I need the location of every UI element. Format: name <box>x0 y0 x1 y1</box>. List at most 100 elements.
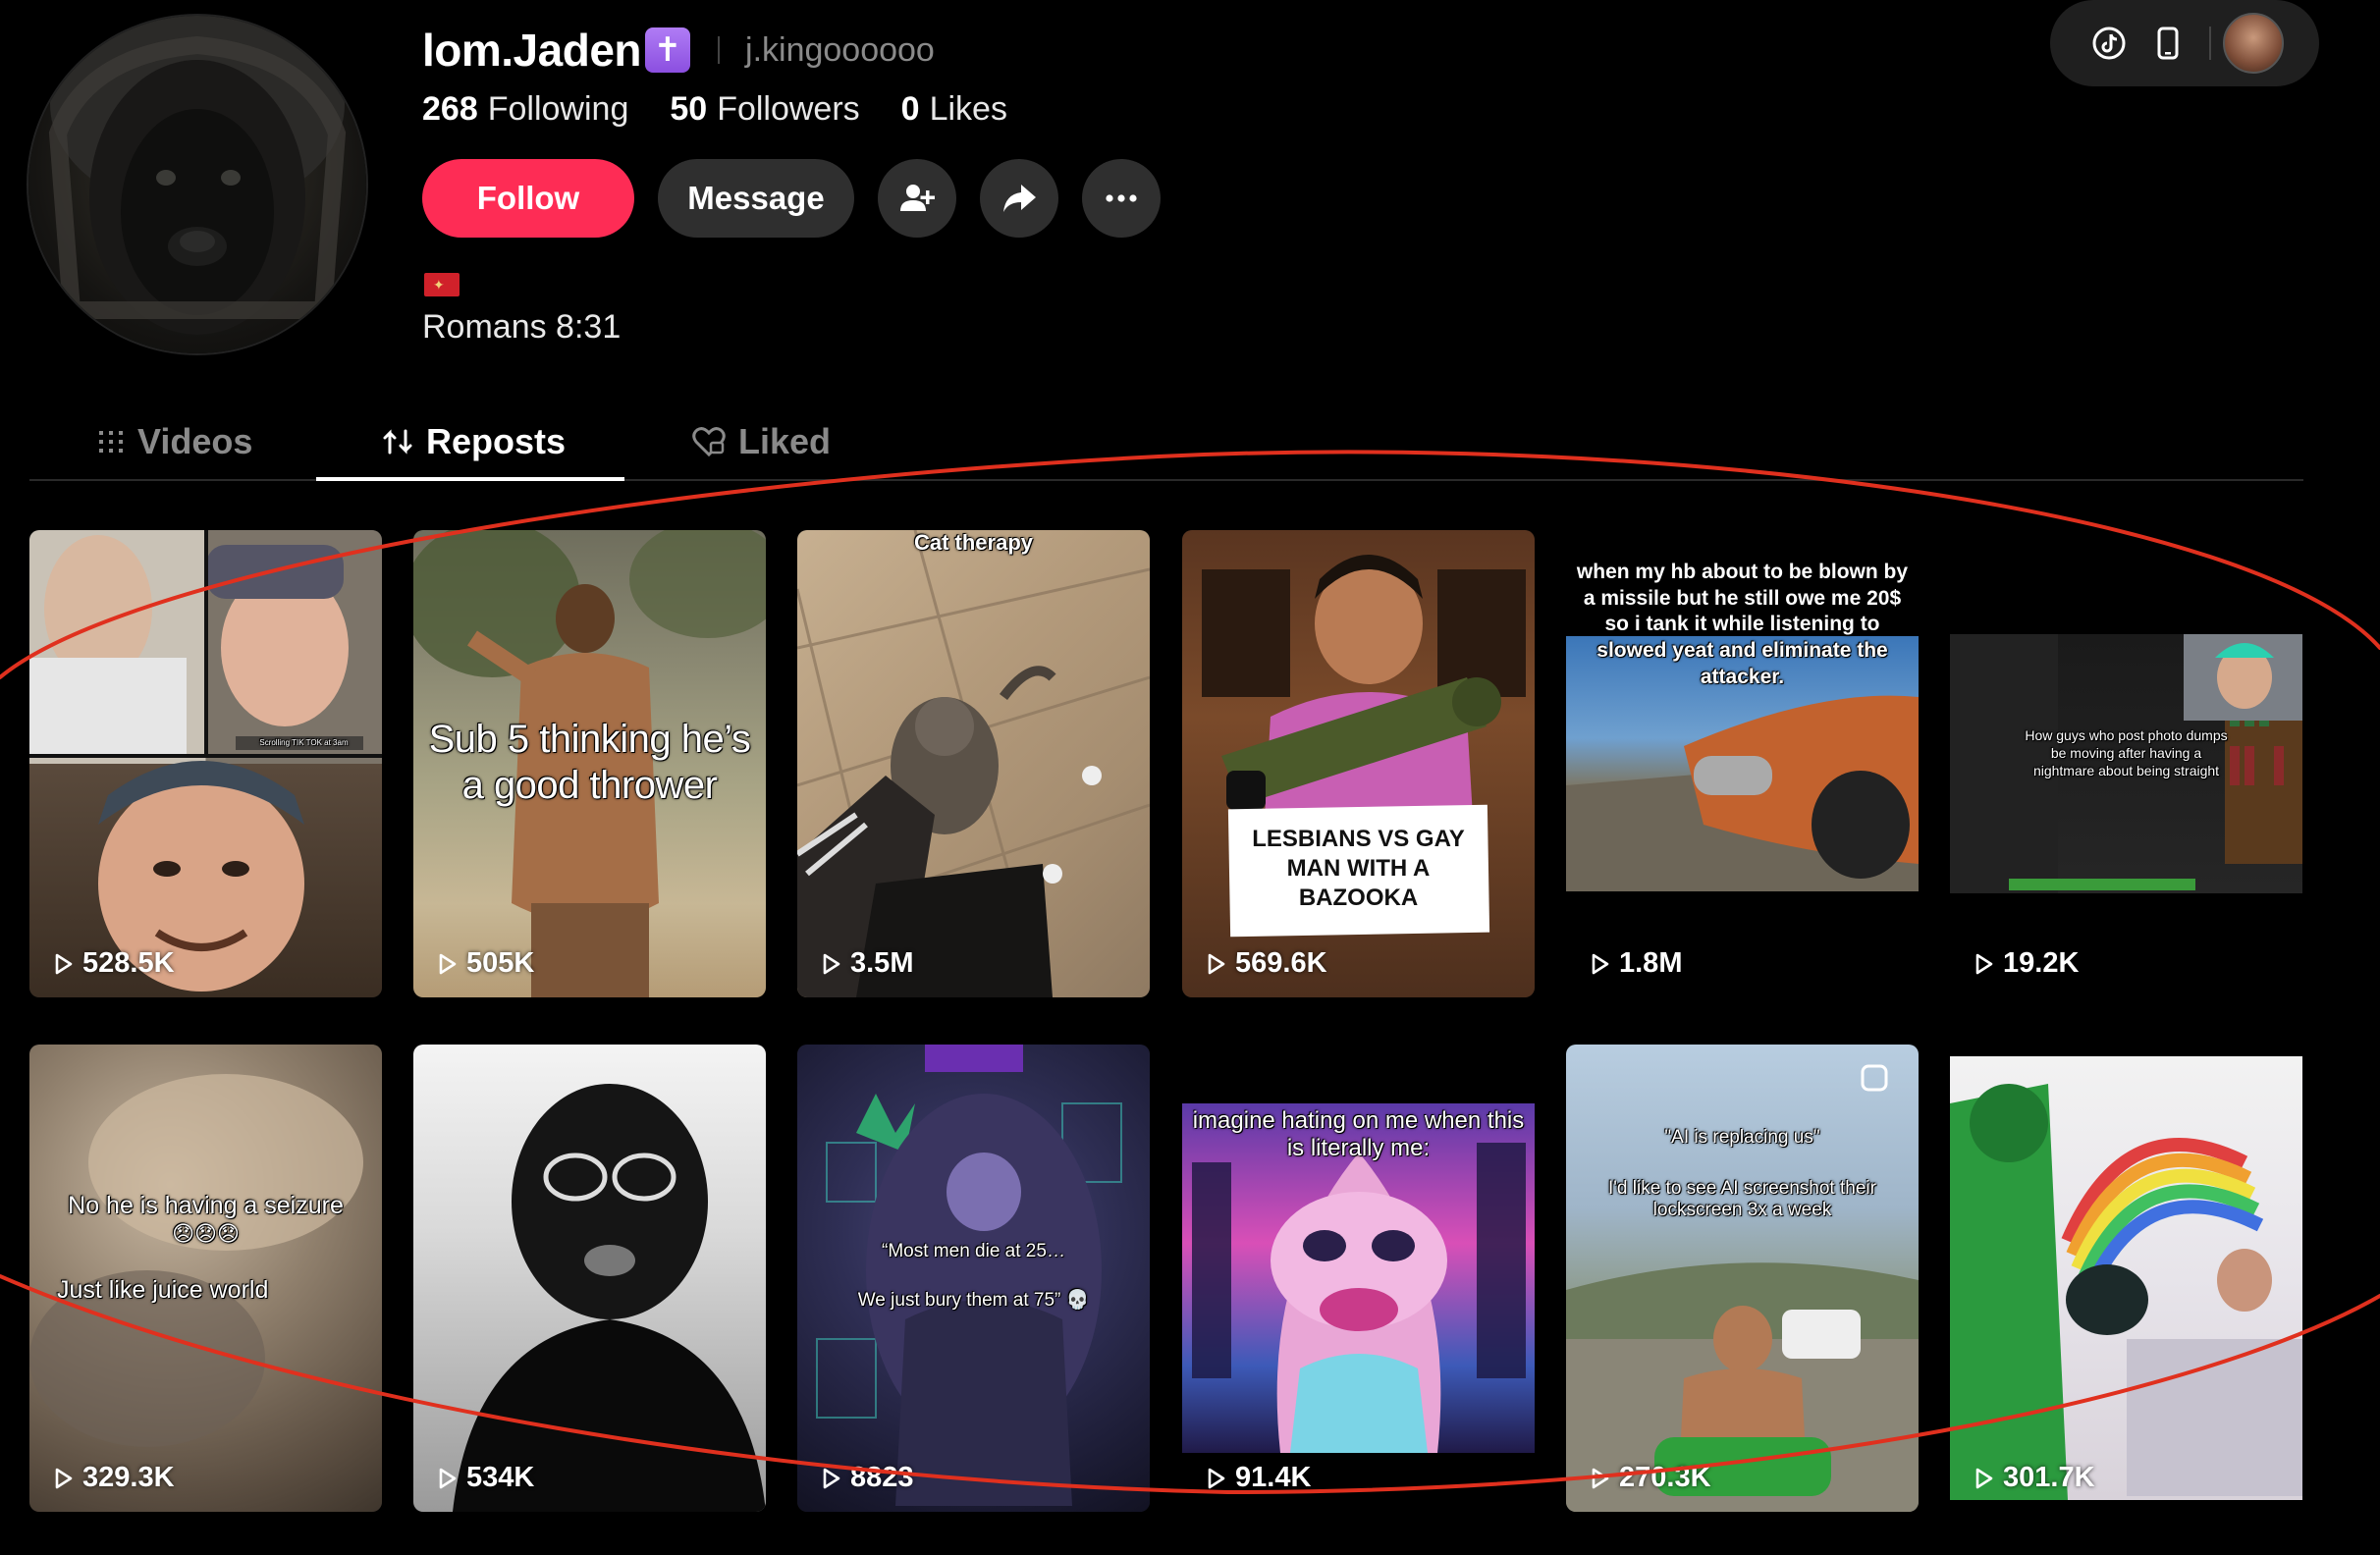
play-icon <box>55 1468 73 1488</box>
video-tile[interactable]: How guys who post photo dumps be moving … <box>1950 530 2302 997</box>
user-handle: j.kingoooooo <box>745 30 935 69</box>
video-tile[interactable]: when my hb about to be blown by a missil… <box>1566 530 1919 997</box>
follow-button[interactable]: Follow <box>422 159 634 238</box>
video-thumbnail <box>1950 1084 2302 1500</box>
profile-tabs: Videos Reposts Liked <box>29 402 2303 481</box>
view-count-value: 329.3K <box>82 1462 175 1493</box>
video-caption-secondary: I'd like to see AI screenshot their lock… <box>1608 1178 1876 1221</box>
video-tile[interactable]: Scrolling TIK TOK at 3am 528.5K <box>29 530 382 997</box>
view-count-value: 19.2K <box>2003 947 2080 979</box>
video-tile[interactable]: 301.7K <box>1950 1045 2302 1512</box>
video-caption: imagine hating on me when this is litera… <box>1192 1107 1525 1162</box>
username-row: lom.Jaden ✝ j.kingoooooo <box>422 18 935 82</box>
active-tab-indicator <box>316 477 624 481</box>
view-count: 569.6K <box>1208 947 1327 980</box>
following-stat[interactable]: 268 Following <box>422 90 628 129</box>
video-thumbnail <box>797 530 1150 997</box>
tab-videos-label: Videos <box>137 421 253 461</box>
add-friend-button[interactable] <box>878 159 956 238</box>
view-count-value: 91.4K <box>1235 1462 1312 1493</box>
view-count-value: 528.5K <box>82 947 175 979</box>
profile-stats: 268 Following 50 Followers 0 Likes <box>422 90 1007 129</box>
video-caption-secondary: We just bury them at 75” 💀 <box>857 1290 1090 1311</box>
view-count: 534K <box>439 1462 534 1494</box>
more-icon <box>1106 194 1137 202</box>
message-button[interactable]: Message <box>658 159 854 238</box>
tab-reposts[interactable]: Reposts <box>381 402 566 481</box>
view-count: 270.3K <box>1592 1462 1711 1494</box>
view-count-value: 3.5M <box>850 947 914 979</box>
play-icon <box>1208 1468 1225 1488</box>
isle-of-man-flag-icon: ✦ <box>424 273 460 296</box>
video-tile[interactable]: "AI is replacing us" I'd like to see AI … <box>1566 1045 1919 1512</box>
video-tile[interactable]: No he is having a seizure 😞😞😞 Just like … <box>29 1045 382 1512</box>
tab-liked-label: Liked <box>738 421 832 461</box>
play-icon <box>1208 953 1225 974</box>
share-button[interactable] <box>980 159 1058 238</box>
view-count: 1.8M <box>1592 947 1682 980</box>
account-avatar[interactable] <box>2223 13 2284 74</box>
cross-badge-icon: ✝ <box>645 27 691 73</box>
likes-stat: 0 Likes <box>901 90 1007 129</box>
repost-icon <box>383 429 412 455</box>
tiktok-button[interactable] <box>2080 14 2138 73</box>
following-label: Following <box>487 90 629 128</box>
video-caption: when my hb about to be blown by a missil… <box>1576 561 1909 688</box>
view-count: 8823 <box>823 1462 914 1494</box>
video-tile[interactable]: Sub 5 thinking he’s a good thrower 505K <box>413 530 766 997</box>
play-icon <box>823 1468 840 1488</box>
profile-avatar[interactable] <box>28 16 366 353</box>
video-caption: LESBIANS VS GAY MAN WITH A BAZOOKA <box>1252 826 1465 911</box>
video-thumbnail <box>1566 1064 1919 1512</box>
view-count: 528.5K <box>55 947 175 980</box>
video-caption-secondary: Just like juice world <box>57 1276 269 1304</box>
phone-icon <box>2157 27 2179 60</box>
tab-liked[interactable]: Liked <box>691 402 831 481</box>
view-count: 329.3K <box>55 1462 175 1494</box>
followers-stat[interactable]: 50 Followers <box>670 90 859 129</box>
emoji-caption: 😞😞😞 <box>172 1221 240 1246</box>
likes-label: Likes <box>929 90 1007 128</box>
followers-count: 50 <box>670 90 708 128</box>
name-divider <box>718 36 721 64</box>
more-options-button[interactable] <box>1082 159 1161 238</box>
video-tile[interactable]: imagine hating on me when this is litera… <box>1182 1045 1535 1512</box>
phone-button[interactable] <box>2138 14 2197 73</box>
add-user-icon <box>900 185 935 211</box>
play-icon <box>823 953 840 974</box>
heart-lock-icon <box>692 427 726 457</box>
video-tile[interactable]: LESBIANS VS GAY MAN WITH A BAZOOKA 569.6… <box>1182 530 1535 997</box>
profile-actions: Follow Message <box>422 159 1161 238</box>
video-tile[interactable]: Cat therapy 3.5M <box>797 530 1150 997</box>
profile-bio: Romans 8:31 <box>422 308 622 346</box>
view-count-value: 569.6K <box>1235 947 1327 979</box>
video-thumbnail <box>453 1084 766 1512</box>
play-icon <box>1592 1468 1609 1488</box>
view-count: 91.4K <box>1208 1462 1311 1494</box>
video-caption: “Most men die at 25… <box>882 1241 1065 1261</box>
profile-page: lom.Jaden ✝ j.kingoooooo 268 Following 50… <box>0 0 2380 1555</box>
likes-count: 0 <box>900 90 920 128</box>
play-icon <box>55 953 73 974</box>
pill-divider <box>2209 27 2211 60</box>
view-count-value: 1.8M <box>1619 947 1683 979</box>
video-caption: "AI is replacing us" <box>1664 1127 1820 1148</box>
view-count: 505K <box>439 947 534 980</box>
top-right-controls <box>2050 0 2319 86</box>
following-count: 268 <box>422 90 478 128</box>
video-tile[interactable]: 534K <box>413 1045 766 1512</box>
view-count-value: 534K <box>466 1462 535 1493</box>
video-caption: How guys who post photo dumps be moving … <box>2025 727 2228 779</box>
tab-videos[interactable]: Videos <box>96 402 252 481</box>
followers-label: Followers <box>717 90 860 128</box>
dog-hoodie-image <box>48 16 347 335</box>
video-caption: No he is having a seizure <box>68 1192 344 1219</box>
play-icon <box>1975 953 1993 974</box>
view-count-value: 505K <box>466 947 535 979</box>
view-count-value: 270.3K <box>1619 1462 1711 1493</box>
play-icon <box>1975 1468 1993 1488</box>
video-tile[interactable]: “Most men die at 25… We just bury them a… <box>797 1045 1150 1512</box>
video-overlay-text: Scrolling TIK TOK at 3am <box>259 738 349 747</box>
play-icon <box>439 1468 457 1488</box>
video-thumbnail <box>29 530 382 992</box>
